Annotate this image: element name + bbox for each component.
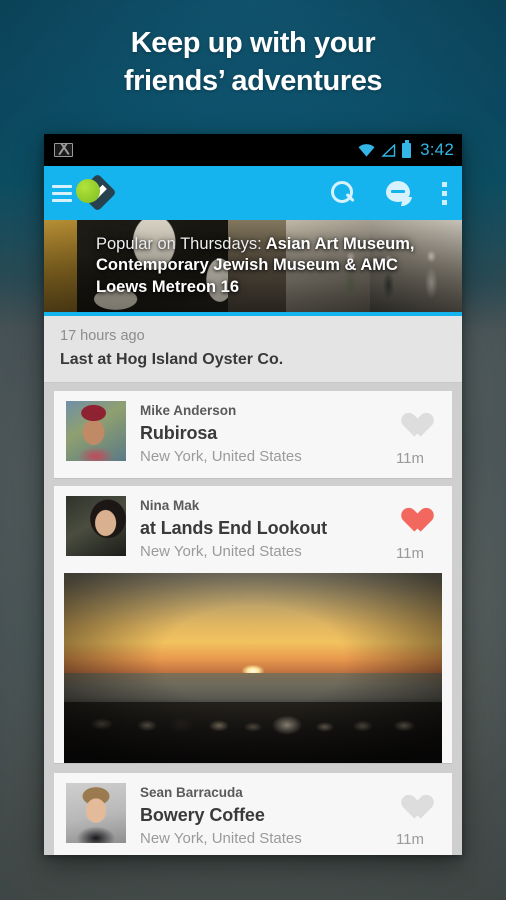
overflow-menu-icon[interactable] xyxy=(442,181,448,205)
phone-screenshot: 3:42 Popular on Thursdays: Asian Art Mus… xyxy=(44,134,462,855)
wifi-icon xyxy=(358,143,375,157)
item-meta: Mike Anderson Rubirosa New York, United … xyxy=(126,401,382,468)
hamburger-menu-icon[interactable] xyxy=(52,184,72,202)
list-item[interactable]: Mike Anderson Rubirosa New York, United … xyxy=(54,390,452,478)
like-heart-icon[interactable] xyxy=(396,498,424,524)
like-heart-icon[interactable] xyxy=(396,403,424,429)
venue-name: at Lands End Lookout xyxy=(140,518,327,539)
status-notifications xyxy=(54,143,358,157)
logo-green-dot xyxy=(76,179,100,203)
item-meta: Sean Barracuda Bowery Coffee New York, U… xyxy=(126,783,382,850)
item-timestamp: 11m xyxy=(395,449,425,467)
avatar[interactable] xyxy=(66,495,126,556)
item-meta: Nina Mak at Lands End Lookout New York, … xyxy=(126,496,382,563)
headline-line-1: Keep up with your xyxy=(130,27,376,59)
android-status-bar: 3:42 xyxy=(44,134,462,166)
swarm-logo-icon[interactable] xyxy=(70,173,117,213)
gmail-icon xyxy=(54,143,73,157)
search-icon[interactable] xyxy=(330,180,356,206)
status-indicators: 3:42 xyxy=(358,140,454,160)
user-name: Nina Mak xyxy=(140,497,200,513)
popular-banner[interactable]: Popular on Thursdays: Asian Art Museum, … xyxy=(44,220,462,312)
banner-lead: Popular on Thursdays: xyxy=(96,234,262,253)
user-name: Mike Anderson xyxy=(140,402,237,418)
item-actions: 11m xyxy=(382,401,438,468)
last-checkin-header[interactable]: 17 hours ago Last at Hog Island Oyster C… xyxy=(44,316,462,383)
list-item[interactable]: Sean Barracuda Bowery Coffee New York, U… xyxy=(54,772,452,855)
checkin-photo[interactable] xyxy=(64,572,442,763)
battery-icon xyxy=(402,140,412,158)
item-timestamp: 11m xyxy=(395,831,425,849)
clock: 3:42 xyxy=(420,140,454,159)
venue-location: New York, United States xyxy=(140,448,302,466)
item-actions: 11m xyxy=(382,496,438,563)
user-name: Sean Barracuda xyxy=(140,784,243,800)
like-heart-icon[interactable] xyxy=(396,785,424,811)
list-item[interactable]: Nina Mak at Lands End Lookout New York, … xyxy=(54,485,452,763)
item-actions: 11m xyxy=(382,783,438,850)
venue-location: New York, United States xyxy=(140,542,302,560)
item-timestamp: 11m xyxy=(395,544,425,562)
venue-name: Rubirosa xyxy=(140,423,218,444)
last-checkin-title: Last at Hog Island Oyster Co. xyxy=(60,350,284,368)
message-bubble-icon[interactable] xyxy=(386,180,412,206)
promo-headline: Keep up with your friends’ adventures xyxy=(0,24,506,101)
activity-feed: Mike Anderson Rubirosa New York, United … xyxy=(44,382,462,855)
headline-line-2: friends’ adventures xyxy=(123,65,383,98)
avatar[interactable] xyxy=(66,400,126,461)
venue-location: New York, United States xyxy=(140,829,302,847)
last-checkin-time: 17 hours ago xyxy=(60,328,145,344)
signal-icon xyxy=(381,142,396,157)
banner-text: Popular on Thursdays: Asian Art Museum, … xyxy=(96,234,440,298)
venue-name: Bowery Coffee xyxy=(140,804,265,825)
app-action-bar xyxy=(44,166,462,220)
avatar[interactable] xyxy=(66,782,126,843)
action-bar-actions xyxy=(330,180,448,206)
